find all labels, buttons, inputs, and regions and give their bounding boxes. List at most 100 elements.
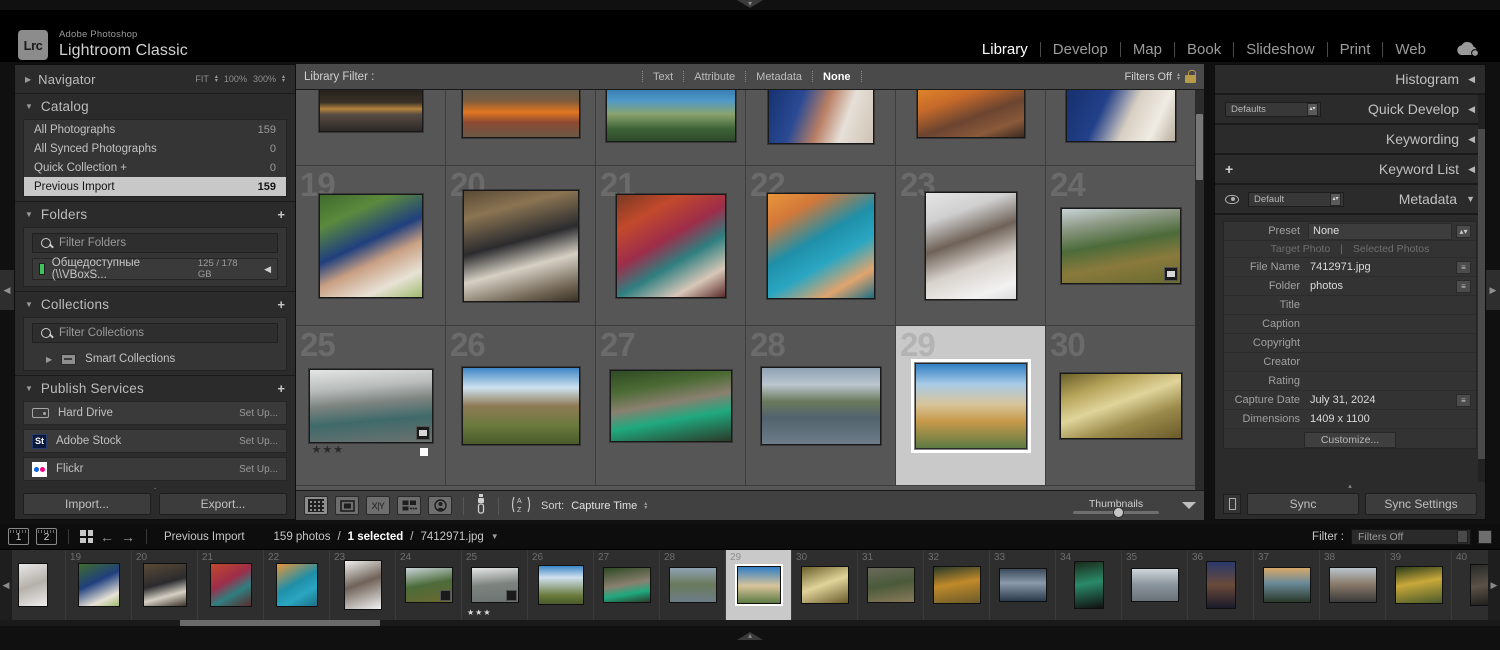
filmstrip-thumbnail[interactable] [734, 564, 783, 606]
filmstrip-cell[interactable]: 27 [594, 550, 660, 620]
publish-service-adobe-stock[interactable]: St Adobe Stock Set Up... [23, 429, 287, 453]
grid-vertical-scrollbar[interactable] [1195, 90, 1204, 490]
filmstrip-thumbnail[interactable] [1394, 566, 1443, 604]
photo-thumbnail[interactable] [1060, 207, 1181, 284]
metadata-row-creator[interactable]: Creator [1224, 353, 1476, 372]
module-slideshow[interactable]: Slideshow [1234, 41, 1326, 58]
filmstrip-cell[interactable]: 29 [726, 550, 792, 620]
sort-direction-icon[interactable]: AZ [510, 495, 532, 517]
grid-cell[interactable]: 21 [596, 166, 746, 326]
grid-cell[interactable] [446, 90, 596, 166]
grid-cell[interactable]: 28 [746, 326, 896, 486]
grid-view-button[interactable] [304, 496, 328, 515]
photo-thumbnail[interactable] [462, 189, 579, 302]
catalog-header[interactable]: ▼ Catalog [15, 93, 295, 119]
filter-collections-input[interactable]: Filter Collections [32, 323, 278, 343]
photo-thumbnail[interactable] [910, 358, 1031, 453]
right-panel-resize-nub[interactable]: ▴ [1215, 482, 1485, 490]
metadata-row-title[interactable]: Title [1224, 296, 1476, 315]
metadata-view-combo[interactable]: Default ▴▾ [1248, 191, 1344, 207]
photo-thumbnail[interactable]: ★★★ [308, 368, 433, 457]
filmstrip-thumbnail[interactable] [404, 567, 453, 603]
main-screen-button[interactable]: 1 [8, 528, 29, 545]
folder-row[interactable]: Общедоступные (\\VBoxS... 125 / 178 GB ◀ [32, 257, 278, 281]
grid-cell[interactable]: 30 [1046, 326, 1196, 486]
filters-stepper-icon[interactable]: ▴ ▾ [1177, 72, 1180, 82]
customize-button[interactable]: Customize... [1304, 432, 1396, 448]
metadata-value[interactable]: photos [1308, 280, 1456, 292]
photo-thumbnail[interactable] [615, 193, 726, 298]
folder-collapse-icon[interactable]: ◀ [264, 264, 271, 275]
filmstrip-thumbnail[interactable] [142, 563, 187, 607]
filmstrip-thumbnail[interactable] [1205, 561, 1236, 609]
publish-service-hard-drive[interactable]: Hard Drive Set Up... [23, 401, 287, 425]
grid-cell[interactable]: 20 [446, 166, 596, 326]
keywording-disclosure-icon[interactable]: ◀ [1468, 134, 1475, 145]
filmstrip-thumbnail[interactable] [1262, 567, 1311, 603]
collections-header[interactable]: ▼ Collections + [15, 291, 295, 317]
catalog-item-quick-collection[interactable]: Quick Collection + 0 [24, 158, 286, 177]
sort-value[interactable]: Capture Time [571, 500, 637, 512]
photo-thumbnail[interactable] [605, 90, 736, 142]
catalog-item-previous-import[interactable]: Previous Import 159 [24, 177, 286, 196]
module-web[interactable]: Web [1383, 41, 1438, 58]
filmstrip-next-page-arrow[interactable]: ▶ [1488, 550, 1500, 620]
grid-cell[interactable] [1046, 90, 1196, 166]
metadata-preset-stepper-icon[interactable]: ▴▾ [1456, 224, 1471, 238]
library-filter-tab-text[interactable]: Text [649, 71, 677, 83]
add-publish-service-icon[interactable]: + [277, 381, 285, 396]
grid-cell[interactable] [596, 90, 746, 166]
photo-thumbnail[interactable] [760, 366, 881, 445]
filmstrip-thumbnail[interactable] [77, 563, 120, 607]
collections-disclosure-icon[interactable]: ▼ [25, 300, 33, 309]
metadata-row-capture-date[interactable]: Capture Date July 31, 2024 ≡ [1224, 391, 1476, 410]
metadata-section-header[interactable]: Default ▴▾ Metadata ▼ [1215, 185, 1485, 215]
zoom-stepper-icon[interactable]: ▴ ▾ [282, 74, 285, 84]
smart-collections-disclosure-icon[interactable]: ▶ [46, 355, 52, 364]
metadata-value[interactable]: 1409 x 1100 [1308, 413, 1476, 425]
grid-view-icon[interactable] [80, 530, 93, 543]
metadata-preset-value[interactable]: None [1308, 222, 1452, 240]
publish-disclosure-icon[interactable]: ▼ [25, 384, 33, 393]
crop-badge-icon[interactable] [415, 425, 430, 440]
flag-badge-icon[interactable] [418, 446, 429, 457]
metadata-value[interactable]: 7412971.jpg [1308, 261, 1456, 273]
filmstrip-thumbnail[interactable] [343, 560, 382, 610]
metadata-value[interactable]: July 31, 2024 [1308, 394, 1456, 406]
filmstrip-filter-combo[interactable]: Filters Off [1351, 528, 1471, 545]
filmstrip-cell[interactable]: 22 [264, 550, 330, 620]
metadata-action-icon[interactable]: ≡ [1456, 279, 1471, 293]
metadata-row-caption[interactable]: Caption [1224, 315, 1476, 334]
publish-setup-link[interactable]: Set Up... [239, 436, 278, 447]
metadata-row-file-name[interactable]: File Name 7412971.jpg ≡ [1224, 258, 1476, 277]
grid-scroll-thumb[interactable] [1196, 114, 1203, 180]
combo-stepper-icon[interactable]: ▴▾ [1330, 192, 1341, 206]
filmstrip-prev-page-arrow[interactable]: ◀ [0, 550, 12, 620]
crop-badge-icon[interactable] [1163, 266, 1178, 281]
filmstrip-source[interactable]: Previous Import [164, 531, 245, 543]
module-map[interactable]: Map [1121, 41, 1174, 58]
filmstrip-thumbnail[interactable] [209, 563, 252, 607]
catalog-item-all-synced-photographs[interactable]: All Synced Photographs 0 [24, 139, 286, 158]
photo-thumbnail[interactable] [318, 193, 423, 298]
metadata-action-icon[interactable]: ≡ [1456, 393, 1471, 407]
metadata-row-folder[interactable]: Folder photos ≡ [1224, 277, 1476, 296]
filmstrip-cell[interactable]: 31 [858, 550, 924, 620]
filmstrip-thumbnail[interactable] [602, 567, 651, 603]
filmstrip-cell[interactable]: 35 [1122, 550, 1188, 620]
filmstrip-thumbnail[interactable] [932, 566, 981, 604]
lock-icon[interactable] [1185, 70, 1196, 83]
import-button[interactable]: Import... [23, 493, 151, 515]
filmstrip-cell[interactable]: 19 [66, 550, 132, 620]
grid-cell[interactable]: 22 [746, 166, 896, 326]
filmstrip-cell[interactable]: 32 [924, 550, 990, 620]
filmstrip-cell[interactable]: 39 [1386, 550, 1452, 620]
grid-cell[interactable]: 29 [896, 326, 1046, 486]
photo-thumbnail[interactable] [609, 369, 732, 442]
top-panel-toggle[interactable]: ▾ [737, 0, 763, 8]
keyword-list-disclosure-icon[interactable]: ◀ [1468, 164, 1475, 175]
grid-cell[interactable] [296, 90, 446, 166]
rating-stars[interactable]: ★★★ [312, 443, 345, 456]
combo-stepper-icon[interactable]: ▴▾ [1307, 102, 1318, 116]
filmstrip-thumbnail[interactable] [1073, 561, 1104, 609]
